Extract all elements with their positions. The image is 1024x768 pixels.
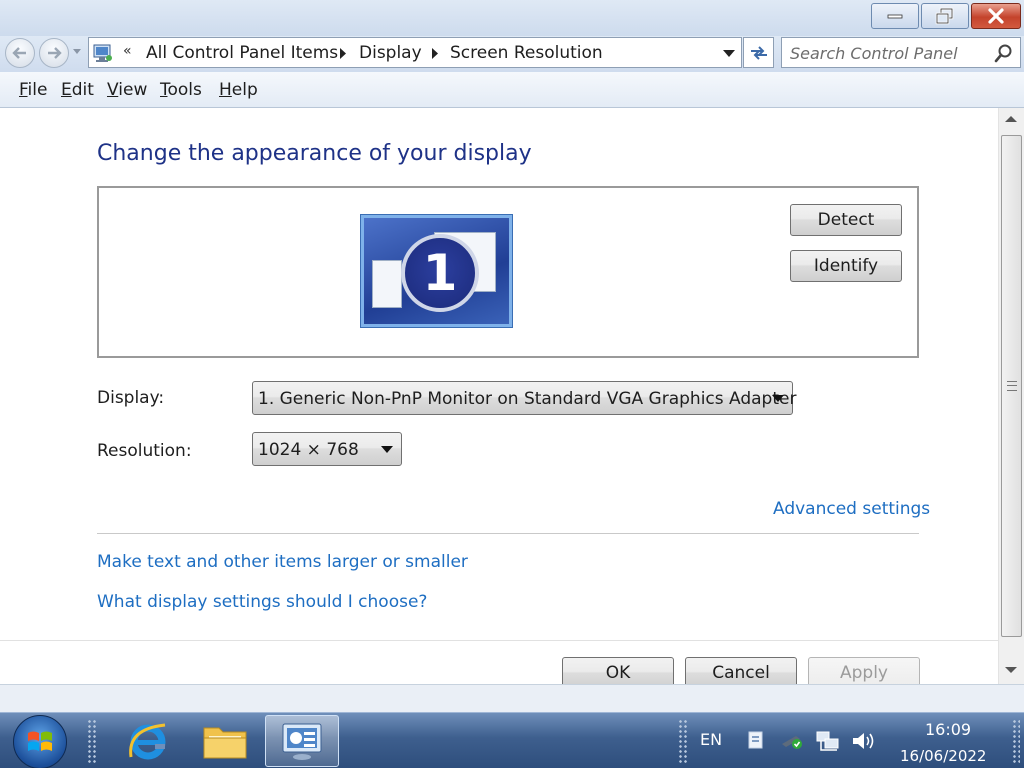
resolution-select-value: 1024 × 768 <box>258 440 359 460</box>
breadcrumb-overflow[interactable]: « <box>123 43 132 59</box>
language-indicator[interactable]: EN <box>700 730 722 749</box>
divider <box>97 533 919 534</box>
taskbar-internet-explorer[interactable] <box>111 715 185 767</box>
display-help-link[interactable]: What display settings should I choose? <box>97 592 427 612</box>
address-bar[interactable]: « All Control Panel Items Display Screen… <box>88 37 742 68</box>
breadcrumb-all-control-panel-items[interactable]: All Control Panel Items <box>146 43 338 63</box>
window-bottom-edge <box>0 684 1024 712</box>
monitor-screen: 1 <box>364 218 509 324</box>
menu-tools[interactable]: Tools <box>160 80 202 100</box>
start-button[interactable] <box>13 715 67 768</box>
search-box[interactable] <box>781 37 1021 68</box>
recent-pages-dropdown-icon[interactable] <box>72 48 82 56</box>
advanced-settings-link[interactable]: Advanced settings <box>773 499 930 519</box>
cancel-button[interactable]: Cancel <box>685 657 797 684</box>
taskbar-grip[interactable] <box>87 719 97 763</box>
display-select-value: 1. Generic Non-PnP Monitor on Standard V… <box>258 389 797 409</box>
menu-view[interactable]: View <box>107 80 147 100</box>
resolution-select[interactable]: 1024 × 768 <box>252 432 402 466</box>
scroll-up-icon[interactable] <box>1005 115 1017 123</box>
clock-time[interactable]: 16:09 <box>925 720 971 739</box>
scroll-down-icon[interactable] <box>1005 666 1017 674</box>
window-titlebar <box>0 0 1024 36</box>
menu-file[interactable]: File <box>19 80 47 100</box>
menu-bar: File Edit View Tools Help <box>0 72 1024 108</box>
vertical-scrollbar[interactable] <box>998 108 1024 684</box>
restore-icon <box>935 7 954 25</box>
chevron-down-icon <box>772 395 784 402</box>
monitor-preview-panel: 1 Detect Identify <box>97 186 919 358</box>
detect-button[interactable]: Detect <box>790 204 902 236</box>
display-settings-icon <box>282 723 322 760</box>
search-icon[interactable] <box>994 43 1014 63</box>
network-icon[interactable] <box>815 730 841 752</box>
close-icon <box>988 8 1004 24</box>
breadcrumb-chevron-icon[interactable] <box>431 48 439 59</box>
action-center-icon[interactable] <box>746 730 766 750</box>
page-title: Change the appearance of your display <box>97 141 532 166</box>
navigation-bar: « All Control Panel Items Display Screen… <box>0 36 1024 72</box>
scrollbar-grip-icon <box>1007 381 1017 391</box>
internet-explorer-icon <box>129 723 166 760</box>
tray-grip[interactable] <box>678 719 688 763</box>
show-desktop-button[interactable] <box>1012 719 1020 763</box>
footer-divider <box>0 640 998 641</box>
clock-date[interactable]: 16/06/2022 <box>900 747 986 765</box>
ok-button[interactable]: OK <box>562 657 674 684</box>
refresh-button[interactable] <box>743 37 774 68</box>
minimize-button[interactable] <box>871 3 919 29</box>
back-button[interactable] <box>5 38 35 68</box>
safely-remove-hardware-icon[interactable] <box>780 730 804 750</box>
taskbar-control-panel[interactable] <box>265 715 339 767</box>
folder-icon <box>203 727 247 759</box>
resolution-label: Resolution: <box>97 441 192 461</box>
apply-button[interactable]: Apply <box>808 657 920 684</box>
monitor-number-badge: 1 <box>401 234 479 312</box>
taskbar-windows-explorer[interactable] <box>188 715 262 767</box>
breadcrumb-screen-resolution[interactable]: Screen Resolution <box>450 43 603 63</box>
mini-window <box>372 260 402 308</box>
arrow-left-icon <box>12 47 26 59</box>
breadcrumb-display[interactable]: Display <box>359 43 422 63</box>
text-size-link[interactable]: Make text and other items larger or smal… <box>97 552 468 572</box>
content-area: Change the appearance of your display 1 … <box>0 108 998 684</box>
refresh-icon <box>750 45 767 60</box>
identify-button[interactable]: Identify <box>790 250 902 282</box>
restore-button[interactable] <box>921 3 969 29</box>
menu-help[interactable]: Help <box>219 80 258 100</box>
control-panel-icon <box>93 44 112 62</box>
monitor-number: 1 <box>422 244 458 302</box>
volume-icon[interactable] <box>851 730 877 752</box>
taskbar: EN 16:09 16/06/2022 <box>0 712 1024 768</box>
address-dropdown-icon[interactable] <box>723 50 735 58</box>
chevron-down-icon <box>381 446 393 453</box>
scrollbar-thumb[interactable] <box>1001 135 1022 637</box>
arrow-right-icon <box>48 47 62 59</box>
minimize-icon <box>887 14 903 19</box>
menu-edit[interactable]: Edit <box>61 80 94 100</box>
display-select[interactable]: 1. Generic Non-PnP Monitor on Standard V… <box>252 381 797 415</box>
monitor-1-thumbnail[interactable]: 1 <box>360 214 513 328</box>
breadcrumb-chevron-icon[interactable] <box>339 48 347 59</box>
display-label: Display: <box>97 388 165 408</box>
forward-button[interactable] <box>39 38 69 68</box>
close-button[interactable] <box>971 3 1021 29</box>
search-input[interactable] <box>790 42 990 64</box>
windows-logo-icon <box>28 731 52 751</box>
